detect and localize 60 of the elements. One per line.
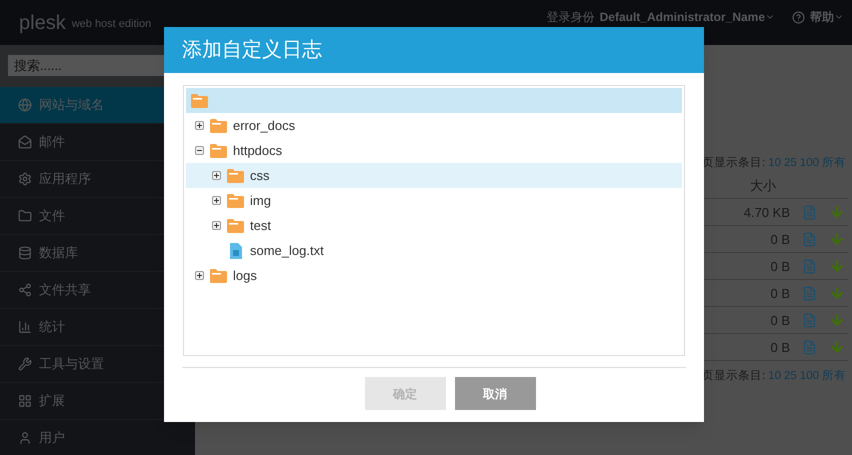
expand-toggle-icon[interactable] — [195, 271, 204, 280]
tree-item-label: httpdocs — [233, 142, 282, 160]
gear-icon — [18, 172, 32, 186]
document-icon[interactable] — [802, 340, 817, 355]
tree-item-label: some_log.txt — [250, 242, 324, 260]
database-icon — [18, 246, 32, 260]
tree-item-label: css — [250, 166, 270, 185]
document-icon[interactable] — [802, 312, 817, 328]
share-icon — [18, 283, 32, 297]
page-size-link[interactable]: 10 — [768, 155, 782, 172]
help-icon[interactable] — [792, 10, 805, 24]
tree-row[interactable]: css — [186, 163, 682, 188]
folder-icon — [210, 268, 227, 282]
folder-icon — [227, 168, 244, 182]
download-icon[interactable] — [829, 204, 845, 220]
file-icon — [230, 242, 242, 258]
tree-row[interactable] — [186, 88, 682, 113]
page-size-link[interactable]: 25 — [784, 368, 797, 386]
tree-item-label: logs — [233, 266, 257, 285]
document-icon[interactable] — [802, 286, 817, 301]
globe-icon — [18, 98, 32, 112]
collapse-toggle-icon[interactable] — [195, 146, 204, 155]
tree-item-label: img — [250, 192, 271, 210]
page-size-link[interactable]: 100 — [800, 155, 819, 172]
expand-toggle-icon[interactable] — [212, 196, 221, 205]
document-icon[interactable] — [802, 204, 817, 220]
page-size-link[interactable]: 100 — [800, 368, 819, 386]
download-icon[interactable] — [829, 258, 845, 274]
download-icon[interactable] — [829, 312, 845, 328]
document-icon[interactable] — [802, 258, 817, 274]
expand-toggle-icon[interactable] — [195, 121, 204, 130]
user-icon — [18, 431, 32, 445]
expand-toggle-icon[interactable] — [212, 221, 221, 230]
help-menu[interactable]: 帮助 — [810, 8, 844, 26]
download-icon[interactable] — [829, 231, 845, 248]
tree-item-label: error_docs — [233, 116, 296, 135]
folder-icon — [18, 209, 32, 223]
tools-icon — [18, 357, 32, 371]
folder-icon — [227, 218, 244, 232]
page-size-link[interactable]: 所有 — [822, 155, 846, 172]
logo: plesk — [19, 10, 66, 36]
expand-toggle-icon[interactable] — [212, 171, 221, 180]
login-label: 登录身份 — [546, 9, 595, 26]
blocks-icon — [18, 394, 32, 408]
folder-icon — [210, 144, 227, 158]
envelope-icon — [18, 135, 32, 149]
download-icon[interactable] — [829, 285, 845, 302]
folder-icon — [210, 118, 227, 132]
folder-icon — [191, 94, 208, 108]
user-menu[interactable]: Default_Administrator_Name — [600, 8, 775, 26]
document-icon[interactable] — [802, 232, 817, 247]
folder-icon — [227, 194, 244, 208]
page-size-link[interactable]: 25 — [784, 155, 797, 172]
dialog-button[interactable]: 取消 — [454, 377, 536, 410]
tree-item-label: test — [250, 216, 271, 235]
download-icon[interactable] — [829, 339, 845, 356]
bar-chart-icon — [18, 320, 32, 334]
page-size-link[interactable]: 10 — [768, 368, 782, 386]
page-size-link[interactable]: 所有 — [822, 368, 846, 386]
edition-label: web host edition — [72, 16, 152, 32]
